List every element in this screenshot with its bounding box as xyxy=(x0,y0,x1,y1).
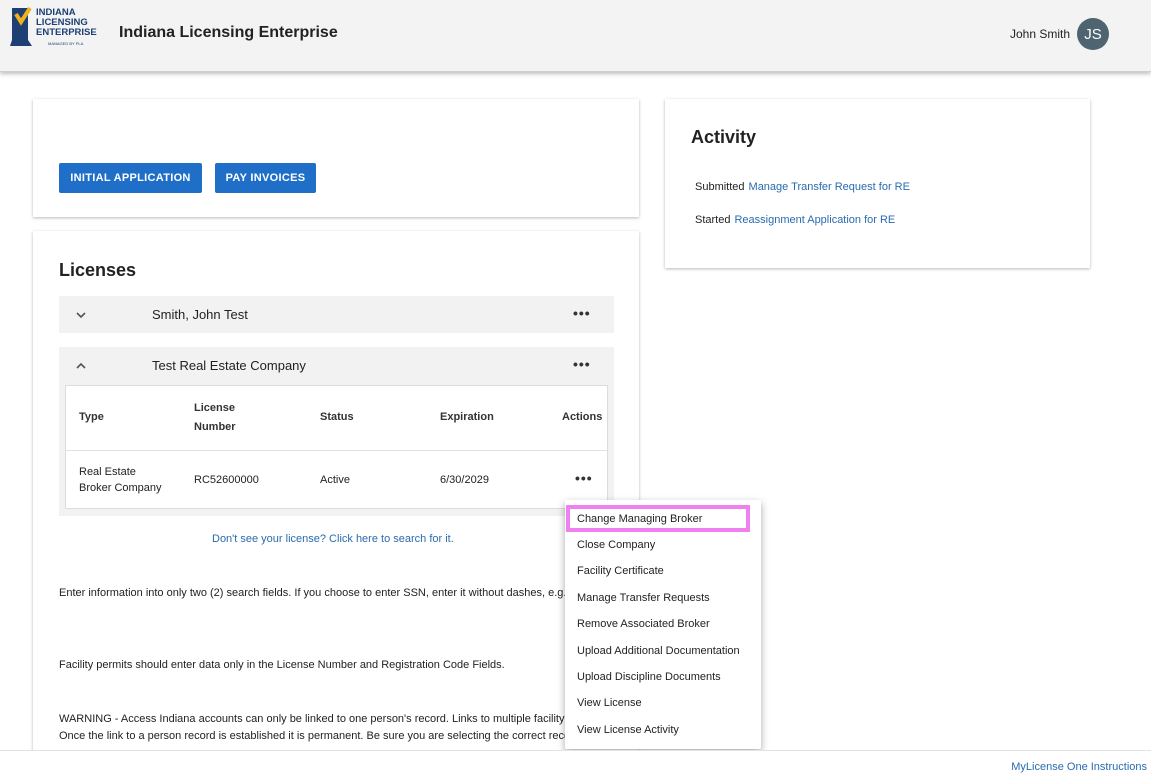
user-avatar[interactable]: JS xyxy=(1077,18,1109,50)
cell-expiration: 6/30/2029 xyxy=(440,474,489,486)
menu-item-upload-discipline-documents[interactable]: Upload Discipline Documents xyxy=(577,671,721,683)
mylicense-instructions-link[interactable]: MyLicense One Instructions xyxy=(1011,761,1147,773)
indiana-licensing-logo[interactable]: INDIANA LICENSING ENTERPRISE MANAGED BY … xyxy=(8,4,102,50)
cell-license-number: RC52600000 xyxy=(194,474,259,486)
page-footer: MyLicense One Instructions xyxy=(0,750,1151,776)
col-header-type: Type xyxy=(79,411,104,423)
licenses-card: Licenses Smith, John Test ••• Test Real … xyxy=(33,231,659,776)
activity-card: Activity Submitted Manage Transfer Reques… xyxy=(665,99,1090,268)
table-divider xyxy=(66,450,607,451)
more-options-icon[interactable]: ••• xyxy=(573,305,591,321)
license-table: Type License Number Status Expiration Ac… xyxy=(65,385,608,509)
menu-item-manage-transfer-requests[interactable]: Manage Transfer Requests xyxy=(577,592,710,604)
row-actions-icon[interactable]: ••• xyxy=(575,470,593,486)
menu-item-change-managing-broker[interactable]: Change Managing Broker xyxy=(577,513,702,525)
col-header-license-number-line2: Number xyxy=(194,421,236,433)
activity-item: Started Reassignment Application for RE xyxy=(695,214,895,226)
app-header: INDIANA LICENSING ENTERPRISE MANAGED BY … xyxy=(0,0,1151,72)
col-header-actions: Actions xyxy=(562,411,603,423)
activity-verb: Started xyxy=(695,214,731,226)
menu-item-upload-additional-documentation[interactable]: Upload Additional Documentation xyxy=(577,645,740,657)
app-title: Indiana Licensing Enterprise xyxy=(119,24,338,41)
menu-item-remove-associated-broker[interactable]: Remove Associated Broker xyxy=(577,618,710,630)
cell-type-line1: Real Estate xyxy=(79,466,136,478)
logo-text-3: ENTERPRISE xyxy=(36,27,97,38)
activity-link[interactable]: Manage Transfer Request for RE xyxy=(749,181,910,193)
licenses-title: Licenses xyxy=(59,260,137,280)
actions-card: INITIAL APPLICATION PAY INVOICES xyxy=(33,99,639,217)
cell-status: Active xyxy=(320,474,350,486)
user-name[interactable]: John Smith xyxy=(1010,27,1070,41)
menu-item-facility-certificate[interactable]: Facility Certificate xyxy=(577,565,664,577)
menu-item-view-license-activity[interactable]: View License Activity xyxy=(577,724,679,736)
menu-item-close-company[interactable]: Close Company xyxy=(577,539,655,551)
activity-item: Submitted Manage Transfer Request for RE xyxy=(695,181,910,193)
more-options-icon[interactable]: ••• xyxy=(573,356,591,372)
license-group-company: Test Real Estate Company ••• Type Licens… xyxy=(59,347,614,516)
col-header-status: Status xyxy=(320,411,354,423)
chevron-up-icon[interactable] xyxy=(75,360,87,372)
chevron-down-icon[interactable] xyxy=(75,309,87,321)
cell-type: Real Estate Broker Company xyxy=(79,464,162,496)
license-actions-menu: Change Managing Broker Close Company Fac… xyxy=(565,500,761,749)
search-license-link[interactable]: Don't see your license? Click here to se… xyxy=(212,533,454,545)
license-group-name: Test Real Estate Company xyxy=(152,358,306,373)
cell-type-line2: Broker Company xyxy=(79,482,162,494)
col-header-expiration: Expiration xyxy=(440,411,494,423)
col-header-license-number-line1: License xyxy=(194,402,235,414)
menu-item-view-license[interactable]: View License xyxy=(577,697,642,709)
activity-title: Activity xyxy=(691,127,757,147)
license-group-name: Smith, John Test xyxy=(152,307,248,322)
initial-application-button[interactable]: INITIAL APPLICATION xyxy=(59,163,202,193)
col-header-license-number: License Number xyxy=(194,399,236,437)
activity-verb: Submitted xyxy=(695,181,745,193)
license-group-smith[interactable]: Smith, John Test ••• xyxy=(59,296,614,333)
logo-text-4: MANAGED BY PLA xyxy=(48,41,84,46)
pay-invoices-button[interactable]: PAY INVOICES xyxy=(215,163,316,193)
activity-link[interactable]: Reassignment Application for RE xyxy=(734,214,895,226)
